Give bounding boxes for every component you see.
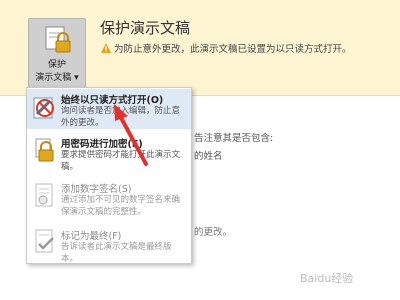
protect-button-label-2: 演示文稿 ▾: [35, 73, 79, 83]
menu-item-title: 添加数字签名(S): [61, 184, 132, 195]
menu-item-encrypt-with-password[interactable]: 用密码进行加密(E) 要求提供密码才能打开此演示文稿。: [27, 131, 191, 173]
banner-title: 保护演示文稿: [100, 19, 191, 37]
menu-item-desc: 要求提供密码才能打开此演示文稿。: [61, 150, 181, 172]
no-edit-pencil-icon: [33, 97, 54, 119]
menu-item-title: 用密码进行加密(E): [61, 139, 143, 150]
background-text-3: 的更改。: [194, 227, 233, 238]
info-banner: 保护 演示文稿 ▾ 保护演示文稿 为防止意外更改，此演示文稿已设置为以只读方式打…: [0, 0, 400, 96]
watermark-text: Baidu经验: [300, 272, 354, 285]
menu-item-add-digital-signature[interactable]: 添加数字签名(S) 通过添加不可见的数字签名来确保演示文稿的完整性。: [27, 175, 191, 221]
menu-item-desc: 询问读者是否加入编辑，防止意外的更改。: [61, 106, 181, 128]
banner-description: 为防止意外更改，此演示文稿已设置为以只读方式打开。: [101, 41, 352, 55]
menu-item-mark-as-final[interactable]: 标记为最终(F) 告诉读者此演示文稿是最终版本。: [27, 223, 191, 264]
certificate-document-icon: [35, 183, 53, 207]
background-text-1: 告注意其是否包含:: [194, 133, 274, 144]
warning-icon: [101, 43, 111, 53]
menu-item-always-open-read-only[interactable]: 始终以只读方式打开(O) 询问读者是否加入编辑，防止意外的更改。: [27, 89, 191, 129]
lock-key-icon: [35, 138, 54, 162]
protect-button-label-1: 保护: [47, 60, 66, 70]
protect-dropdown-menu: 始终以只读方式打开(O) 询问读者是否加入编辑，防止意外的更改。 用密码进行加密…: [26, 87, 192, 264]
protect-presentation-button[interactable]: 保护 演示文稿 ▾: [28, 18, 86, 88]
menu-item-title: 标记为最终(F): [61, 231, 122, 242]
menu-item-title: 始终以只读方式打开(O): [61, 95, 164, 106]
dropdown-caret-icon: ▾: [74, 73, 79, 83]
menu-item-desc: 告诉读者此演示文稿是最终版本。: [61, 242, 172, 264]
menu-item-desc: 通过添加不可见的数字签名来确保演示文稿的完整性。: [61, 195, 181, 217]
final-document-check-icon: [35, 229, 54, 253]
lock-document-icon: [45, 26, 71, 53]
background-text-2: 的姓名: [194, 151, 223, 162]
